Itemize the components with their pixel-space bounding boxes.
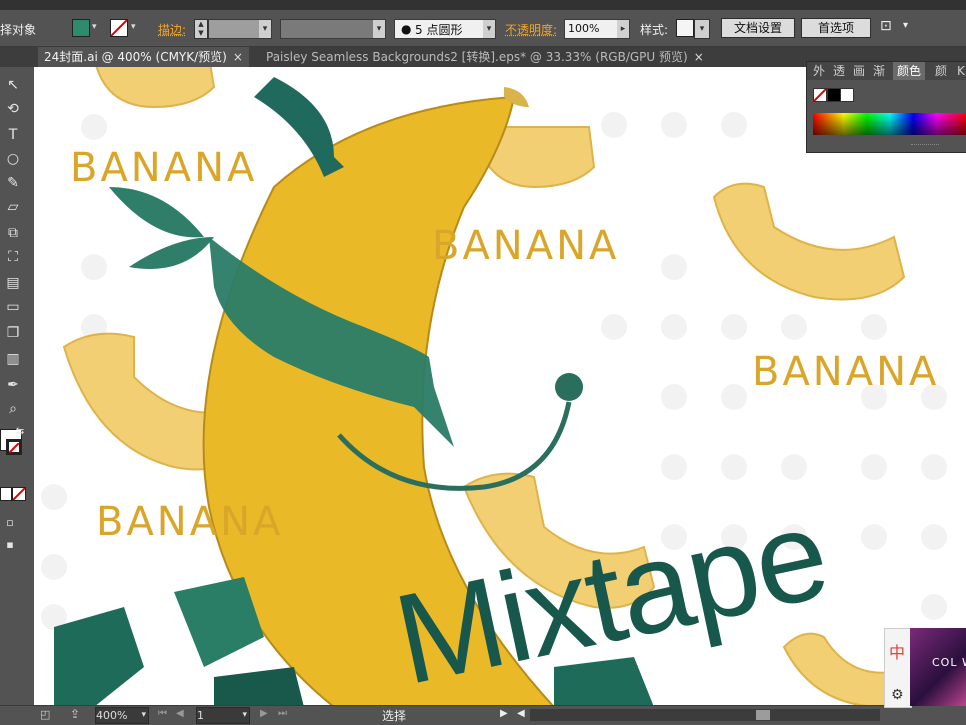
black-swatch[interactable] <box>827 88 841 102</box>
eyedropper-tool-icon[interactable]: ✒ <box>3 375 23 395</box>
arrange-documents-icon[interactable]: ⊡ <box>880 18 892 34</box>
banana-word: BANANA <box>432 223 620 269</box>
screen-mode-icon[interactable]: ▪ <box>0 535 20 555</box>
close-icon[interactable]: × <box>694 50 704 64</box>
brush-dot-icon: ● <box>401 22 412 36</box>
pencil-tool-icon[interactable]: ✎ <box>3 173 23 193</box>
variable-width-dropdown[interactable]: ▾ <box>280 19 386 39</box>
ellipse-tool-icon[interactable]: ○ <box>3 149 23 169</box>
draw-mode-icon[interactable]: ▫ <box>0 513 20 533</box>
tab-gradient[interactable]: 渐 <box>873 62 885 80</box>
lasso-tool-icon[interactable]: ⟲ <box>3 99 23 119</box>
direct-selection-tool-icon[interactable]: ↖ <box>3 75 23 95</box>
tab-transparency[interactable]: 透 <box>833 62 845 80</box>
panel-resize-grip[interactable] <box>911 144 939 149</box>
tab-appearance[interactable]: 外 <box>813 62 825 80</box>
promo-thumbnail[interactable]: COL W <box>910 628 966 706</box>
current-tool-label: 选择 <box>382 709 407 723</box>
horizontal-scrollbar[interactable] <box>530 709 880 721</box>
tab-document-2-label: Paisley Seamless Backgrounds2 [转换].eps* … <box>266 50 688 64</box>
ime-widget[interactable]: 中 ⚙ COL W <box>884 628 966 708</box>
control-bar: 择对象 ▾ ▾ 描边: ▲ ▼ ▾ ▾ ● 5 点圆形 ▾ 不透明度: 100% … <box>0 10 966 47</box>
free-transform-tool-icon[interactable]: ⛶ <box>3 247 23 267</box>
menu-bar <box>0 0 966 10</box>
white-swatch[interactable] <box>840 88 854 102</box>
status-menu-icon[interactable]: ▶ <box>500 708 508 719</box>
artboard-canvas[interactable]: BANANA BANANA BANANA BANANA Mixtape <box>34 67 966 707</box>
scrollbar-thumb[interactable] <box>756 710 770 720</box>
style-label: 样式: <box>640 23 669 37</box>
first-artboard-icon[interactable]: ⏮ <box>158 708 167 719</box>
chevron-down-icon: ▾ <box>141 710 146 720</box>
brush-label: 5 点圆形 <box>415 23 463 37</box>
fill-dropdown-arrow[interactable]: ▾ <box>92 22 97 32</box>
status-bar: ◰ ⇪ 400% ▾ ⏮ ◀ 1 ▾ ▶ ⏭ 选择 ▶ ◀ <box>0 705 966 725</box>
stroke-weight-dropdown[interactable]: ▾ <box>208 19 272 39</box>
zoom-value: 400% <box>96 709 128 722</box>
ime-chinese-char[interactable]: 中 <box>889 639 905 663</box>
stroke-dropdown-arrow[interactable]: ▾ <box>131 22 136 32</box>
artboard-number-field[interactable]: 1 ▾ <box>196 707 250 724</box>
color-spectrum[interactable] <box>813 113 966 135</box>
ime-toolbar[interactable]: 中 ⚙ <box>884 628 912 708</box>
style-swatch[interactable] <box>676 19 694 37</box>
tab-document-1-label: 24封面.ai @ 400% (CMYK/预览) <box>44 50 227 64</box>
swap-colors-icon[interactable]: ⇆ <box>10 422 30 442</box>
panel-menu-arrow-icon[interactable]: ▾ <box>903 20 908 31</box>
tab-k[interactable]: K <box>957 62 965 80</box>
artboard-nav-icon[interactable]: ◰ <box>40 708 50 721</box>
none-mode-icon[interactable] <box>12 487 26 501</box>
scale-tool-icon[interactable]: ⧉ <box>3 223 23 243</box>
no-stroke-icon <box>8 442 20 454</box>
banana-word: BANANA <box>70 145 258 191</box>
document-setup-button[interactable]: 文档设置 <box>721 18 795 38</box>
tab-color[interactable]: 颜色 <box>893 62 926 80</box>
no-stroke-icon <box>110 19 128 37</box>
banana-word: BANANA <box>96 499 284 545</box>
close-icon[interactable]: × <box>233 50 243 64</box>
color-mode-icon[interactable] <box>0 487 12 501</box>
export-icon[interactable]: ⇪ <box>70 707 80 721</box>
promo-text: COL W <box>932 656 966 669</box>
stroke-weight-stepper[interactable]: ▲ ▼ <box>194 19 208 39</box>
shape-builder-tool-icon[interactable]: ❐ <box>3 323 23 343</box>
scroll-left-icon[interactable]: ◀ <box>517 708 525 719</box>
banana-word: BANANA <box>752 349 940 395</box>
gradient-tool-icon[interactable]: ▭ <box>3 297 23 317</box>
none-swatch[interactable] <box>813 88 827 102</box>
tab-artboards[interactable]: 画 <box>853 62 865 80</box>
next-artboard-icon[interactable]: ▶ <box>260 708 268 719</box>
type-tool-icon[interactable]: T <box>3 125 23 145</box>
zoom-tool-icon[interactable]: ⌕ <box>3 399 23 419</box>
selection-label: 择对象 <box>0 23 37 37</box>
fill-swatch[interactable] <box>72 19 90 37</box>
column-graph-tool-icon[interactable]: ▥ <box>3 349 23 369</box>
tools-panel: ↖ ⟲ T ○ ✎ ▱ ⧉ ⛶ ▤ ▭ ❐ ▥ ✒ ⌕ ⇆ ▫ ▪ <box>0 67 34 707</box>
opacity-value: 100% <box>568 22 600 35</box>
color-panel: 外 透 画 渐 颜色 颜 K <box>806 61 966 153</box>
style-dropdown-arrow[interactable]: ▾ <box>694 19 710 39</box>
graph-tool-icon[interactable]: ▤ <box>3 273 23 293</box>
stroke-swatch[interactable] <box>110 19 128 37</box>
last-artboard-icon[interactable]: ⏭ <box>278 708 287 719</box>
chevron-down-icon: ▾ <box>242 710 247 720</box>
previous-artboard-icon[interactable]: ◀ <box>176 708 184 719</box>
brush-dropdown[interactable]: ● 5 点圆形 ▾ <box>394 19 496 39</box>
tab-color-guide[interactable]: 颜 <box>935 62 947 80</box>
opacity-field[interactable]: 100% ▸ <box>564 19 630 39</box>
stroke-label[interactable]: 描边: <box>158 21 186 38</box>
zoom-field[interactable]: 400% ▾ <box>95 707 149 724</box>
tab-document-1[interactable]: 24封面.ai @ 400% (CMYK/预览) × <box>38 47 249 67</box>
gear-icon[interactable]: ⚙ <box>891 687 904 703</box>
opacity-label[interactable]: 不透明度: <box>505 21 557 38</box>
eraser-tool-icon[interactable]: ▱ <box>3 197 23 217</box>
artboard-number: 1 <box>197 709 204 722</box>
tab-document-2[interactable]: Paisley Seamless Backgrounds2 [转换].eps* … <box>260 47 710 67</box>
preferences-button[interactable]: 首选项 <box>801 18 871 38</box>
